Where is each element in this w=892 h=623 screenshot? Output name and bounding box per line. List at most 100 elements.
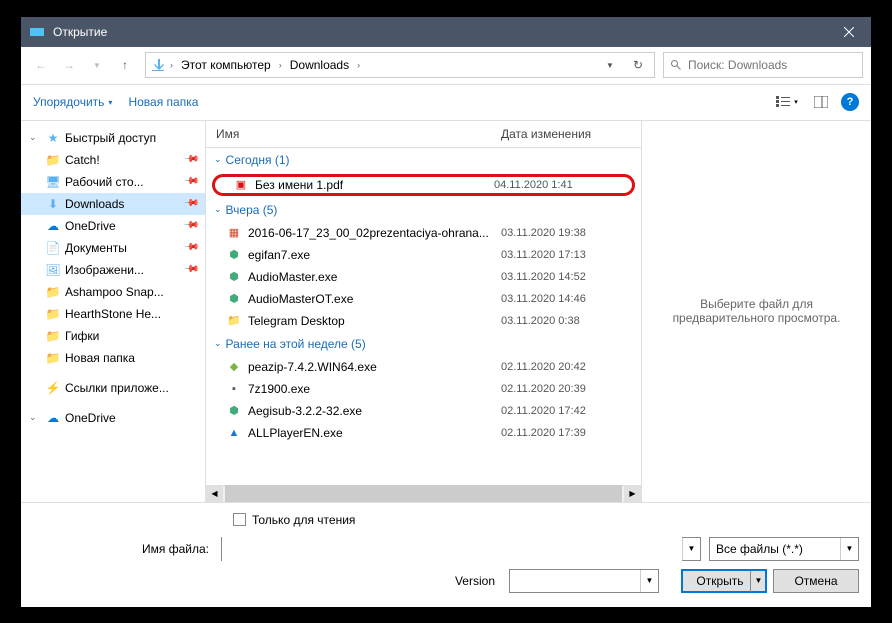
dialog-body: ⌄ ★ Быстрый доступ 📁Catch!📌 🖥Рабочий сто… xyxy=(21,121,871,502)
filename-combo[interactable]: ▼ xyxy=(221,537,701,561)
version-dropdown[interactable]: ▼ xyxy=(640,570,658,592)
file-group-header[interactable]: ⌄Сегодня (1) xyxy=(206,148,641,172)
search-box[interactable] xyxy=(663,52,863,78)
collapse-icon[interactable]: ⌄ xyxy=(29,412,41,423)
file-name: Aegisub-3.2.2-32.exe xyxy=(248,404,495,418)
column-date[interactable]: Дата изменения xyxy=(501,127,631,141)
address-dropdown[interactable]: ▼ xyxy=(598,53,622,77)
tree-app-links[interactable]: ⚡Ссылки приложе... xyxy=(21,377,205,399)
up-button[interactable]: ↑ xyxy=(113,53,137,77)
navigation-tree: ⌄ ★ Быстрый доступ 📁Catch!📌 🖥Рабочий сто… xyxy=(21,121,206,502)
column-name[interactable]: Имя xyxy=(216,127,501,141)
pin-icon: 📌 xyxy=(182,195,199,212)
chevron-right-icon: › xyxy=(279,60,282,70)
file-row[interactable]: ▪7z1900.exe02.11.2020 20:39 xyxy=(206,378,641,400)
app-icon xyxy=(29,24,45,40)
tree-item-newfolder[interactable]: 📁Новая папка xyxy=(21,347,205,369)
documents-icon: 📄 xyxy=(45,240,61,256)
file-group-header[interactable]: ⌄Вчера (5) xyxy=(206,198,641,222)
open-dropdown[interactable]: ▼ xyxy=(750,570,766,592)
open-button[interactable]: Открыть ▼ xyxy=(681,569,767,593)
group-title: Сегодня (1) xyxy=(226,153,290,167)
file-row[interactable]: ▣Без имени 1.pdf04.11.2020 1:41 xyxy=(212,174,635,196)
pin-icon: 📌 xyxy=(182,261,199,278)
preview-pane-icon xyxy=(814,96,828,108)
navigation-bar: ← → ▼ ↑ › Этот компьютер › Downloads › ▼… xyxy=(21,47,871,85)
file-row[interactable]: ◆peazip-7.4.2.WIN64.exe02.11.2020 20:42 xyxy=(206,356,641,378)
chevron-down-icon: ⌄ xyxy=(214,204,222,215)
tree-item-desktop[interactable]: 🖥Рабочий сто...📌 xyxy=(21,171,205,193)
file-name: peazip-7.4.2.WIN64.exe xyxy=(248,360,495,374)
scroll-right-button[interactable]: ▶ xyxy=(624,485,641,502)
pin-icon: 📌 xyxy=(182,239,199,256)
help-button[interactable]: ? xyxy=(841,93,859,111)
file-date: 02.11.2020 20:42 xyxy=(501,361,631,373)
file-list-body[interactable]: ⌄Сегодня (1)▣Без имени 1.pdf04.11.2020 1… xyxy=(206,148,641,485)
tree-item-pictures[interactable]: 🖼Изображени...📌 xyxy=(21,259,205,281)
pin-icon: 📌 xyxy=(182,151,199,168)
tree-item-catch[interactable]: 📁Catch!📌 xyxy=(21,149,205,171)
pin-icon: 📌 xyxy=(182,173,199,190)
scroll-thumb[interactable] xyxy=(225,485,622,502)
exe-icon: ⬢ xyxy=(226,247,242,263)
file-group-header[interactable]: ⌄Ранее на этой неделе (5) xyxy=(206,332,641,356)
file-date: 03.11.2020 14:46 xyxy=(501,293,631,305)
file-row[interactable]: ⬢Aegisub-3.2.2-32.exe02.11.2020 17:42 xyxy=(206,400,641,422)
file-list: Имя Дата изменения ⌄Сегодня (1)▣Без имен… xyxy=(206,121,641,502)
allplayer-icon: ▲ xyxy=(226,425,242,441)
recent-dropdown[interactable]: ▼ xyxy=(85,53,109,77)
file-name: AudioMasterOT.exe xyxy=(248,292,495,306)
breadcrumb-root[interactable]: Этот компьютер xyxy=(177,56,275,74)
collapse-icon[interactable]: ⌄ xyxy=(29,132,41,143)
scroll-left-button[interactable]: ◀ xyxy=(206,485,223,502)
tree-onedrive-root[interactable]: ⌄☁OneDrive xyxy=(21,407,205,429)
file-date: 02.11.2020 17:42 xyxy=(501,405,631,417)
filename-input[interactable] xyxy=(222,537,682,561)
filename-dropdown[interactable]: ▼ xyxy=(682,538,700,560)
pin-icon: 📌 xyxy=(182,217,199,234)
search-input[interactable] xyxy=(688,58,856,72)
file-date: 03.11.2020 0:38 xyxy=(501,315,631,327)
7z-icon: ▪ xyxy=(226,381,242,397)
preview-placeholder: Выберите файл для предварительного просм… xyxy=(652,297,861,325)
back-button[interactable]: ← xyxy=(29,53,53,77)
horizontal-scrollbar[interactable]: ◀ ▶ xyxy=(206,485,641,502)
tree-item-hearthstone[interactable]: 📁HearthStone He... xyxy=(21,303,205,325)
version-combo[interactable]: ▼ xyxy=(509,569,659,593)
group-title: Ранее на этой неделе (5) xyxy=(226,337,366,351)
tree-item-onedrive[interactable]: ☁OneDrive📌 xyxy=(21,215,205,237)
preview-pane-button[interactable] xyxy=(807,90,835,114)
close-button[interactable] xyxy=(826,17,871,47)
new-folder-button[interactable]: Новая папка xyxy=(128,95,198,109)
version-label: Version xyxy=(455,574,499,588)
tree-item-ashampoo[interactable]: 📁Ashampoo Snap... xyxy=(21,281,205,303)
exe-icon: ⬢ xyxy=(226,291,242,307)
organize-button[interactable]: Упорядочить ▾ xyxy=(33,95,112,109)
tree-quick-access[interactable]: ⌄ ★ Быстрый доступ xyxy=(21,127,205,149)
folder-icon: 📁 xyxy=(45,306,61,322)
file-name: 7z1900.exe xyxy=(248,382,495,396)
cancel-button[interactable]: Отмена xyxy=(773,569,859,593)
column-headers: Имя Дата изменения xyxy=(206,121,641,148)
forward-button[interactable]: → xyxy=(57,53,81,77)
window-title: Открытие xyxy=(53,25,826,39)
search-icon xyxy=(670,59,682,71)
file-row[interactable]: ▦2016-06-17_23_00_02prezentaciya-ohrana.… xyxy=(206,222,641,244)
filetype-combo[interactable]: Все файлы (*.*) ▼ xyxy=(709,537,859,561)
address-bar[interactable]: › Этот компьютер › Downloads › ▼ ↻ xyxy=(145,52,655,78)
breadcrumb-folder[interactable]: Downloads xyxy=(286,56,353,74)
tree-item-downloads[interactable]: ⬇Downloads📌 xyxy=(21,193,205,215)
readonly-checkbox[interactable] xyxy=(233,513,246,526)
file-row[interactable]: 📁Telegram Desktop03.11.2020 0:38 xyxy=(206,310,641,332)
refresh-button[interactable]: ↻ xyxy=(626,53,650,77)
file-row[interactable]: ⬢ AudioMasterOT.exe 03.11.2020 14:46 xyxy=(206,288,641,310)
folder-icon: 📁 xyxy=(45,152,61,168)
view-mode-button[interactable]: ▾ xyxy=(773,90,801,114)
tree-item-documents[interactable]: 📄Документы📌 xyxy=(21,237,205,259)
file-date: 02.11.2020 17:39 xyxy=(501,427,631,439)
file-row[interactable]: ⬢AudioMaster.exe03.11.2020 14:52 xyxy=(206,266,641,288)
file-row[interactable]: ▲ALLPlayerEN.exe02.11.2020 17:39 xyxy=(206,422,641,444)
filetype-dropdown[interactable]: ▼ xyxy=(840,538,858,560)
tree-item-gifki[interactable]: 📁Гифки xyxy=(21,325,205,347)
file-row[interactable]: ⬢egifan7.exe03.11.2020 17:13 xyxy=(206,244,641,266)
